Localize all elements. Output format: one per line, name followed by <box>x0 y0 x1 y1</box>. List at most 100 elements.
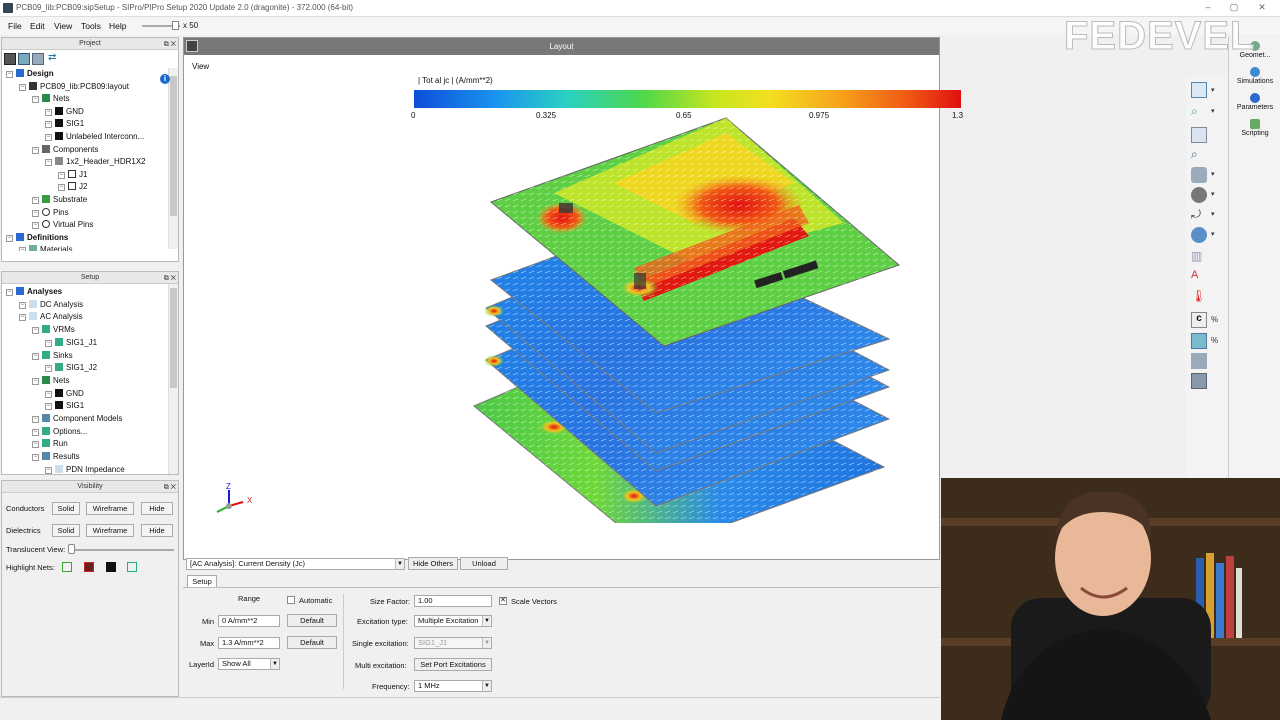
project_panel-item[interactable]: − 1x2_Header_HDR1X2 <box>45 156 146 168</box>
setup_panel-item[interactable]: − Options... <box>32 426 87 438</box>
view-cube-icon[interactable] <box>1191 167 1207 183</box>
expand-toggle-icon[interactable]: − <box>32 327 39 335</box>
expand-toggle-icon[interactable]: − <box>32 209 39 217</box>
expand-toggle-icon[interactable]: − <box>6 234 13 242</box>
thermometer-icon[interactable]: 🌡 <box>1191 289 1207 305</box>
setup_panel-item[interactable]: − GND <box>45 388 84 400</box>
excitation-type-select[interactable]: Multiple Excitation ▼ <box>414 615 492 627</box>
expand-toggle-icon[interactable]: − <box>19 301 26 309</box>
expand-toggle-icon[interactable]: − <box>45 339 52 347</box>
setup_panel-item[interactable]: − SIG1_J2 <box>45 362 97 374</box>
min-input[interactable]: 0 A/mm**2 <box>218 615 280 627</box>
settings-tool-icon[interactable] <box>1191 373 1207 389</box>
translucent-slider[interactable] <box>68 549 174 551</box>
project_panel-item[interactable]: − GND <box>45 106 84 118</box>
rotate-dropdown-icon[interactable]: ▾ <box>1211 210 1215 218</box>
project_panel-item[interactable]: − Unlabeled Interconn... <box>45 131 144 143</box>
hide-others-button[interactable]: Hide Others <box>408 557 458 570</box>
expand-toggle-icon[interactable]: − <box>19 314 26 322</box>
dielectrics-solid-button[interactable]: Solid <box>52 524 80 537</box>
setup_panel-item[interactable]: − DC Analysis <box>19 299 83 311</box>
expand-toggle-icon[interactable]: − <box>58 184 65 192</box>
highlight-net-red-icon[interactable] <box>84 562 94 572</box>
expand-toggle-icon[interactable]: − <box>32 428 39 436</box>
shading-icon[interactable] <box>1191 187 1207 203</box>
menu-edit[interactable]: Edit <box>30 21 45 31</box>
layers-stack-icon[interactable] <box>1191 333 1207 349</box>
size-factor-input[interactable]: 1.00 <box>414 595 492 607</box>
expand-toggle-icon[interactable]: − <box>45 134 52 141</box>
highlight-net-teal-icon[interactable] <box>127 562 137 572</box>
simulations-button[interactable]: Simulations <box>1229 67 1280 85</box>
expand-toggle-icon[interactable]: − <box>45 159 52 167</box>
refresh-icon[interactable]: ⇄ <box>48 53 60 65</box>
info-icon[interactable]: i <box>160 74 170 84</box>
scale-vectors-checkbox[interactable]: ✕ <box>499 597 507 605</box>
expand-toggle-icon[interactable]: − <box>45 466 52 474</box>
menu-help[interactable]: Help <box>109 21 126 31</box>
set-port-excitations-button[interactable]: Set Port Excitations <box>414 658 492 671</box>
parameters-button[interactable]: Parameters <box>1229 93 1280 111</box>
conductors-hide-button[interactable]: Hide <box>141 502 173 515</box>
setup_panel-item[interactable]: − PDN Impedance <box>45 464 125 474</box>
expand-toggle-icon[interactable]: − <box>32 441 39 449</box>
setup_panel-item[interactable]: − Results <box>32 451 80 463</box>
expand-toggle-icon[interactable]: − <box>45 365 52 373</box>
scripting-button[interactable]: Scripting <box>1229 119 1280 137</box>
project_panel-item[interactable]: − PCB09_lib:PCB09:layout <box>19 81 129 93</box>
project_panel-item[interactable]: − Pins <box>32 207 69 219</box>
setup_panel-item[interactable]: − Analyses <box>6 286 62 298</box>
layer-view-icon[interactable] <box>1191 227 1207 243</box>
expand-toggle-icon[interactable]: − <box>45 390 52 398</box>
expand-toggle-icon[interactable]: − <box>45 108 52 116</box>
shading-dropdown-icon[interactable]: ▾ <box>1211 190 1215 198</box>
maximize-button[interactable]: ▢ <box>1226 2 1242 14</box>
setup_panel-item[interactable]: − VRMs <box>32 324 75 336</box>
conductors-wireframe-button[interactable]: Wireframe <box>86 502 134 515</box>
layerid-select[interactable]: Show All ▼ <box>218 658 280 670</box>
project-scrollbar[interactable] <box>168 68 178 249</box>
menu-file[interactable]: File <box>8 21 22 31</box>
unload-button[interactable]: Unload <box>460 557 508 570</box>
max-default-button[interactable]: Default <box>287 636 337 649</box>
frequency-select[interactable]: 1 MHz ▼ <box>414 680 492 692</box>
expand-toggle-icon[interactable]: − <box>32 222 39 230</box>
current-density-3d-view[interactable]: ▆▆▆▆ ▆▆▆▆▆ <box>464 113 914 523</box>
rotate-icon[interactable]: ⤾ <box>1191 207 1207 223</box>
setup-scrollbar[interactable] <box>168 284 178 474</box>
translucent-slider-handle[interactable] <box>68 544 75 554</box>
single-excitation-select[interactable]: SIG1_J1 ▼ <box>414 637 492 649</box>
expand-toggle-icon[interactable]: − <box>19 83 26 91</box>
max-input[interactable]: 1.3 A/mm**2 <box>218 637 280 649</box>
expand-toggle-icon[interactable]: − <box>32 96 39 104</box>
expand-toggle-icon[interactable]: − <box>32 377 39 385</box>
project_panel-item[interactable]: − Substrate <box>32 194 87 206</box>
expand-toggle-icon[interactable]: − <box>32 197 39 204</box>
minimize-button[interactable]: – <box>1200 2 1216 14</box>
expand-toggle-icon[interactable]: − <box>6 71 13 78</box>
dielectrics-hide-button[interactable]: Hide <box>141 524 173 537</box>
select-tool-icon[interactable] <box>1191 82 1207 98</box>
expand-toggle-icon[interactable]: − <box>32 416 39 423</box>
min-default-button[interactable]: Default <box>287 614 337 627</box>
probe-icon[interactable] <box>1191 353 1207 369</box>
project_panel-item[interactable]: − Definitions <box>6 232 68 244</box>
layer-dropdown-icon[interactable]: ▾ <box>1211 230 1215 238</box>
setup_panel-item[interactable]: − SIG1 <box>45 400 84 412</box>
panel-controls[interactable]: ⧉ ✕ <box>164 482 176 494</box>
highlight-net-green-icon[interactable] <box>62 562 72 572</box>
zoom-icon[interactable]: ⌕ <box>1191 147 1207 163</box>
expand-toggle-icon[interactable]: − <box>45 403 52 411</box>
design-view-icon[interactable] <box>4 53 16 65</box>
close-button[interactable]: ✕ <box>1254 2 1270 14</box>
layout-menu-view[interactable]: View <box>192 62 209 71</box>
bar-chart-icon[interactable]: ▥ <box>1191 249 1207 265</box>
select-dropdown-icon[interactable]: ▾ <box>1211 86 1215 94</box>
expand-toggle-icon[interactable]: − <box>6 289 13 296</box>
setup_panel-item[interactable]: − Run <box>32 438 68 450</box>
project_panel-item[interactable]: − J2 <box>58 181 87 193</box>
menu-tools[interactable]: Tools <box>81 21 101 31</box>
conductors-solid-button[interactable]: Solid <box>52 502 80 515</box>
setup_panel-item[interactable]: − Component Models <box>32 413 122 425</box>
stackup-icon[interactable] <box>32 53 44 65</box>
